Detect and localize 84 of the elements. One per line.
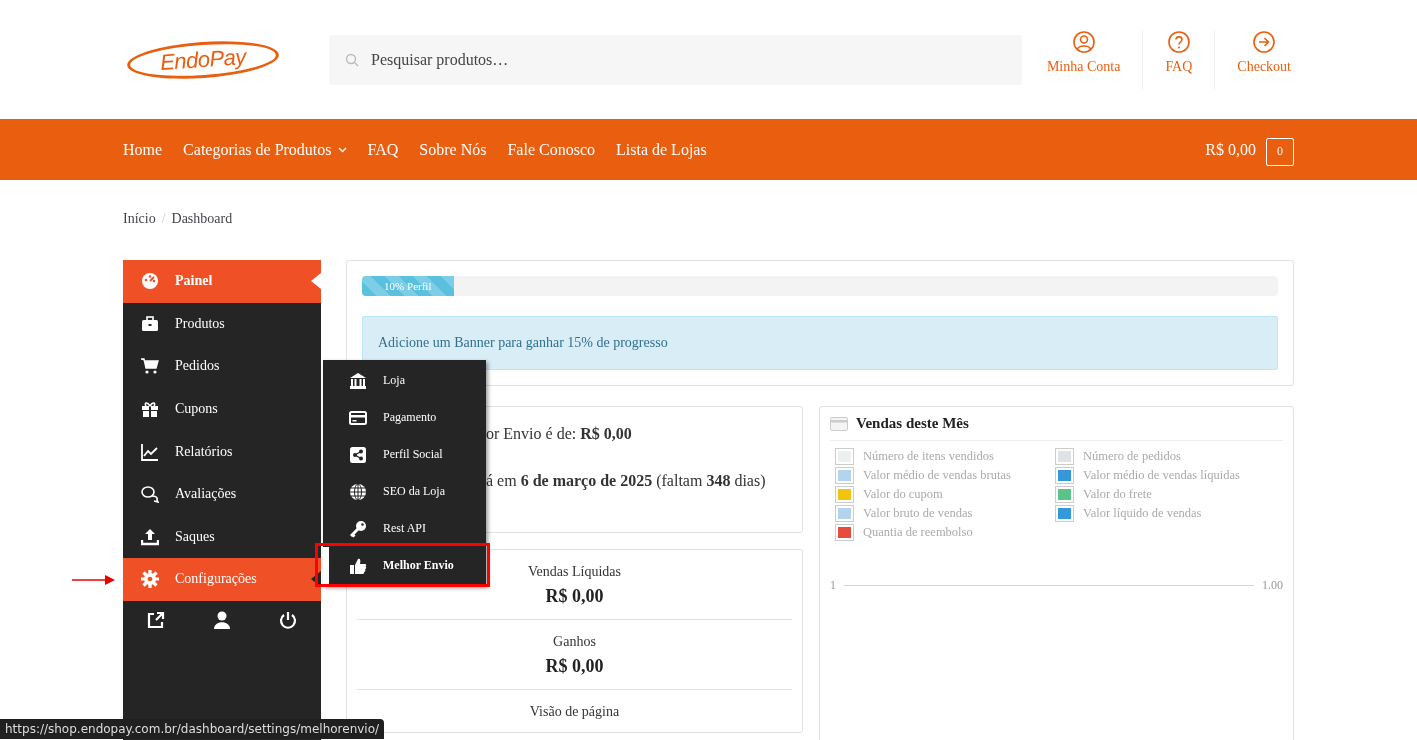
arrow-circle-icon bbox=[1253, 30, 1276, 53]
submenu-item[interactable]: Pagamento bbox=[323, 399, 486, 436]
legend-label[interactable]: Quantia de reembolso bbox=[863, 525, 973, 540]
dashboard-icon bbox=[141, 272, 159, 291]
pointer-notch bbox=[311, 273, 321, 289]
user-icon bbox=[1072, 30, 1095, 53]
cart-total[interactable]: R$ 0,00 bbox=[1205, 140, 1256, 159]
gift-icon bbox=[141, 400, 159, 419]
status-url: https://shop.endopay.com.br/dashboard/settings/melhorenvio/ bbox=[0, 719, 385, 739]
sidebar-item[interactable]: Pedidos bbox=[123, 345, 321, 388]
legend-swatch[interactable] bbox=[1056, 468, 1073, 483]
card-icon bbox=[349, 408, 367, 427]
sidebar-item[interactable]: Produtos bbox=[123, 302, 321, 346]
legend-swatch[interactable] bbox=[1056, 506, 1073, 521]
header-link[interactable]: Checkout bbox=[1214, 30, 1294, 89]
legend-label[interactable]: Valor do frete bbox=[1083, 487, 1152, 502]
cart-icon bbox=[141, 357, 159, 376]
nav-link[interactable]: Home bbox=[123, 140, 163, 159]
legend-label[interactable]: Número de itens vendidos bbox=[863, 449, 994, 464]
submenu-item[interactable]: Melhor Envio bbox=[323, 547, 486, 584]
legend-label[interactable]: Valor do cupom bbox=[863, 487, 943, 502]
legend-swatch[interactable] bbox=[836, 525, 853, 540]
legend-swatch[interactable] bbox=[836, 449, 853, 464]
search-bar[interactable]: Pesquisar produtos… bbox=[329, 34, 1022, 85]
legend-swatch[interactable] bbox=[1056, 487, 1073, 502]
legend-swatch[interactable] bbox=[1056, 449, 1073, 464]
breadcrumb-link[interactable]: Dashboard bbox=[171, 211, 233, 227]
cart-count[interactable]: 0 bbox=[1266, 137, 1294, 166]
legend-label[interactable]: Valor líquido de vendas bbox=[1083, 506, 1202, 521]
card-icon bbox=[830, 416, 848, 431]
legend-swatch[interactable] bbox=[836, 468, 853, 483]
nav-link[interactable]: Sobre Nós bbox=[419, 140, 487, 159]
stat-value: R$ 0,00 bbox=[545, 656, 604, 677]
legend-label[interactable]: Valor bruto de vendas bbox=[863, 506, 973, 521]
sidebar-item[interactable]: Cupons bbox=[123, 387, 321, 431]
sidebar-item[interactable]: Configurações bbox=[123, 558, 321, 601]
submenu-item[interactable]: Rest API bbox=[323, 510, 486, 547]
help-icon bbox=[1167, 30, 1190, 53]
sidebar-item[interactable]: Avaliações bbox=[123, 472, 321, 516]
external-link-icon[interactable] bbox=[147, 610, 165, 629]
info-text: á em 6 de março de 2025 (faltam 348 dias) bbox=[486, 472, 767, 490]
arrow-icon bbox=[72, 574, 116, 586]
legend-label[interactable]: Valor médio de vendas líquidas bbox=[1083, 468, 1240, 483]
user-icon[interactable] bbox=[213, 610, 231, 629]
gear-icon bbox=[141, 570, 159, 589]
nav-link[interactable]: Lista de Lojas bbox=[616, 140, 707, 159]
stat-label: Visão de página bbox=[529, 704, 620, 720]
header-link[interactable]: FAQ bbox=[1142, 30, 1215, 89]
nav-link[interactable]: FAQ bbox=[367, 140, 399, 159]
legend-label[interactable]: Valor médio de vendas brutas bbox=[863, 468, 1011, 483]
thumbs-up-icon bbox=[349, 556, 367, 575]
nav-link[interactable]: Categorias de Produtos bbox=[183, 140, 347, 159]
chat-icon bbox=[141, 485, 159, 504]
globe-icon bbox=[349, 482, 367, 501]
legend-label[interactable]: Número de pedidos bbox=[1083, 449, 1181, 464]
legend-swatch[interactable] bbox=[836, 487, 853, 502]
progress-fill: 10% Perfil bbox=[362, 276, 454, 296]
briefcase-icon bbox=[141, 314, 159, 333]
notice: Adicione um Banner para ganhar 15% de progresso bbox=[362, 316, 1278, 370]
chart-icon bbox=[141, 442, 159, 461]
bank-icon bbox=[349, 371, 367, 390]
submenu-item[interactable]: SEO da Loja bbox=[323, 473, 486, 510]
search-icon bbox=[345, 52, 359, 67]
info-text: or Envio é de: R$ 0,00 bbox=[486, 425, 633, 443]
sidebar-item[interactable]: Relatórios bbox=[123, 430, 321, 473]
header-link[interactable]: Minha Conta bbox=[1024, 30, 1143, 89]
breadcrumb-separator: / bbox=[161, 211, 166, 227]
key-icon bbox=[349, 519, 367, 538]
stat-label: Vendas Líquidas bbox=[528, 564, 621, 580]
stat-value: R$ 0,00 bbox=[545, 586, 604, 607]
axis-label: 1 bbox=[830, 578, 836, 593]
stat-label: Ganhos bbox=[553, 634, 596, 650]
share-icon bbox=[349, 445, 367, 464]
breadcrumb-link[interactable]: Início bbox=[123, 211, 156, 227]
sidebar-item[interactable]: Saques bbox=[123, 515, 321, 559]
submenu-item[interactable]: Perfil Social bbox=[323, 436, 486, 473]
legend-swatch[interactable] bbox=[836, 506, 853, 521]
power-icon[interactable] bbox=[279, 610, 297, 629]
axis-label: 1.00 bbox=[1262, 578, 1283, 593]
sidebar-item[interactable]: Painel bbox=[123, 260, 321, 303]
nav-link[interactable]: Fale Conosco bbox=[507, 140, 595, 159]
upload-icon bbox=[141, 527, 159, 546]
card-title: Vendas deste Mês bbox=[856, 415, 969, 432]
search-field[interactable]: Pesquisar produtos… bbox=[369, 49, 973, 70]
